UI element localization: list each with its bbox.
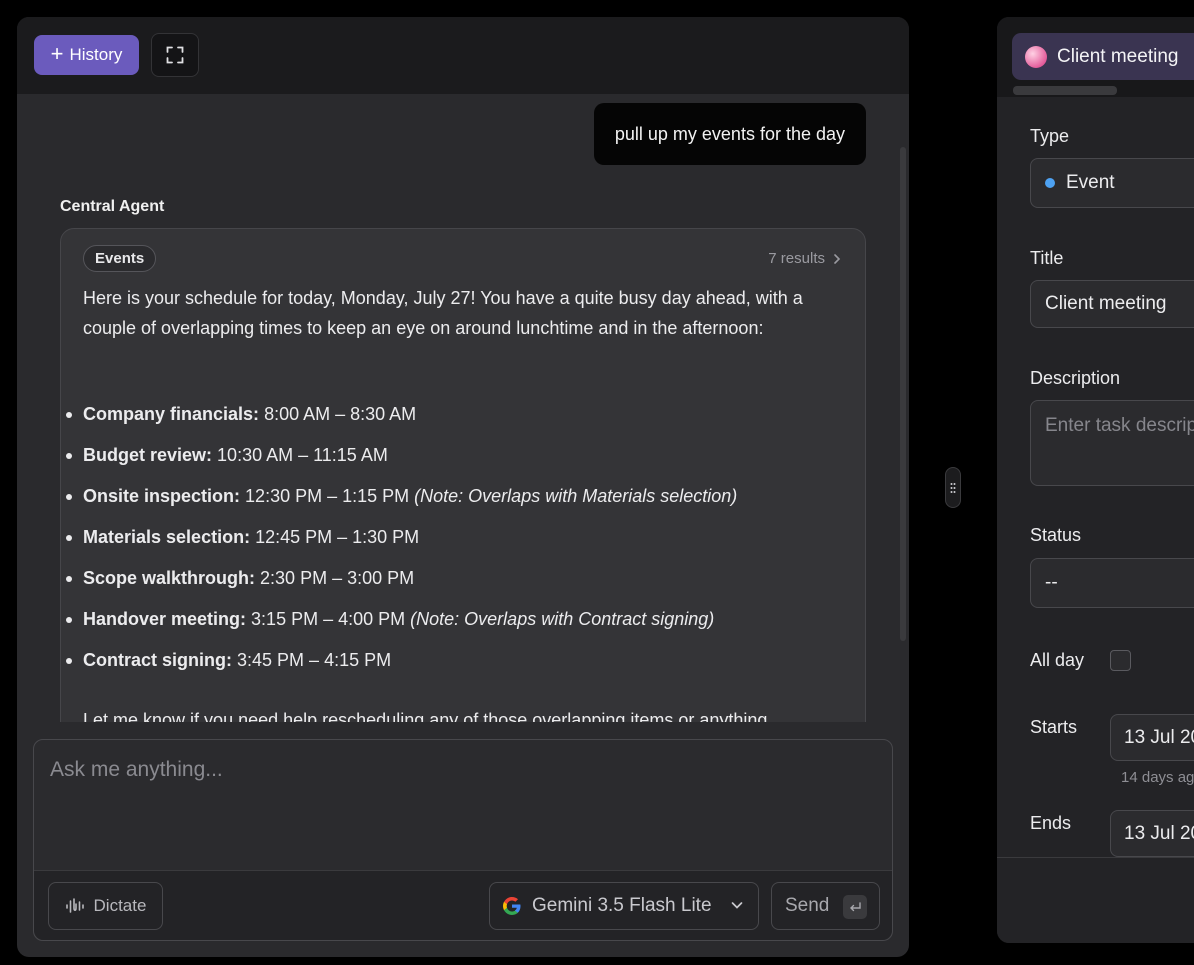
fullscreen-icon [166,46,184,64]
event-time: 12:30 PM – 1:15 PM [245,486,410,506]
fullscreen-button[interactable] [151,33,199,77]
type-label: Type [1030,126,1070,146]
starts-label: Starts [1030,717,1078,737]
event-note: (Note: Overlaps with Materials selection… [414,486,738,506]
event-name: Handover meeting: [83,609,247,629]
list-item: Materials selection: 12:45 PM – 1:30 PM [66,522,853,563]
list-item: Handover meeting: 3:15 PM – 4:00 PM (Not… [66,604,853,645]
send-label: Send [785,895,830,916]
event-name: Contract signing: [83,650,232,670]
chevron-down-icon [731,902,743,909]
chevron-right-icon [834,253,841,264]
event-time: 3:45 PM – 4:15 PM [237,650,392,670]
event-time: 10:30 AM – 11:15 AM [217,445,388,465]
enter-key-icon [843,895,867,919]
results-count: 7 results [768,250,825,267]
event-time: 2:30 PM – 3:00 PM [260,568,415,588]
grip-icon [950,482,956,493]
tab-title: Client meeting [1057,45,1179,67]
dictate-button[interactable]: Dictate [48,882,163,930]
agent-name: Central Agent [60,198,165,215]
model-select[interactable]: Gemini 3.5 Flash Lite [489,882,759,930]
chat-scrollbar[interactable] [900,147,906,641]
tab-scrollbar[interactable] [1013,86,1117,95]
list-item: Budget review: 10:30 AM – 11:15 AM [66,440,853,481]
title-label: Title [1030,248,1064,268]
allday-checkbox[interactable] [1110,650,1131,671]
chat-input[interactable]: Ask me anything... [50,758,223,782]
type-value: Event [1066,172,1115,193]
list-item: Scope walkthrough: 2:30 PM – 3:00 PM [66,563,853,604]
agent-response-card: Events 7 results Here is your schedule f… [60,228,866,722]
event-list: Company financials: 8:00 AM – 8:30 AM Bu… [66,399,853,686]
chat-messages[interactable]: pull up my events for the day Central Ag… [17,94,909,722]
user-message: pull up my events for the day [593,103,866,165]
event-type-dot-icon [1045,178,1055,188]
event-name: Company financials: [83,404,260,424]
ends-label: Ends [1030,813,1072,833]
detail-header: Client meeting [997,17,1194,97]
event-name: Materials selection: [83,527,251,547]
plus-icon: + [50,41,64,66]
list-item: Onsite inspection: 12:30 PM – 1:15 PM (N… [66,481,853,522]
chat-header: + History [17,17,909,94]
title-field[interactable]: Client meeting [1030,280,1194,328]
status-select[interactable]: -- [1030,558,1194,608]
starts-date-field[interactable]: 13 Jul 2026 [1110,714,1194,761]
model-label: Gemini 3.5 Flash Lite [532,895,712,916]
history-button-label: History [69,45,123,64]
event-time: 12:45 PM – 1:30 PM [255,527,420,547]
waveform-icon [65,898,84,913]
event-time: 3:15 PM – 4:00 PM [251,609,406,629]
ends-date-field[interactable]: 13 Jul 2026 [1110,810,1194,857]
results-link[interactable]: 7 results [768,250,841,267]
list-item: Contract signing: 3:45 PM – 4:15 PM [66,645,853,686]
status-label: Status [1030,525,1082,545]
type-select[interactable]: Event [1030,158,1194,208]
response-outro: Let me know if you need help reschedulin… [83,710,768,722]
starts-relative-hint: 14 days ago [1121,769,1194,786]
tab-client-meeting[interactable]: Client meeting [1012,33,1194,80]
google-icon [503,897,521,915]
chat-panel: + History pull up my events for the day … [17,17,909,957]
history-button[interactable]: + History [34,35,139,75]
dictate-label: Dictate [93,896,147,915]
description-label: Description [1030,368,1121,388]
events-chip[interactable]: Events [83,245,157,272]
composer-toolbar: Dictate Gemini 3.5 Flash Lite Send [34,870,892,940]
event-note: (Note: Overlaps with Contract signing) [410,609,715,629]
detail-panel: Client meeting Type Event Title Client m… [997,17,1194,943]
description-field[interactable]: Enter task description [1030,400,1194,486]
event-color-icon [1025,45,1047,68]
response-intro: Here is your schedule for today, Monday,… [83,288,803,338]
event-name: Onsite inspection: [83,486,241,506]
event-time: 8:00 AM – 8:30 AM [264,404,417,424]
panel-resize-handle[interactable] [945,467,961,508]
event-name: Budget review: [83,445,213,465]
send-button[interactable]: Send [771,882,880,930]
allday-label: All day [1030,650,1085,670]
event-name: Scope walkthrough: [83,568,256,588]
list-item: Company financials: 8:00 AM – 8:30 AM [66,399,853,440]
composer: Ask me anything... Dictate Gemini 3.5 Fl… [33,739,893,941]
detail-footer [997,857,1194,943]
